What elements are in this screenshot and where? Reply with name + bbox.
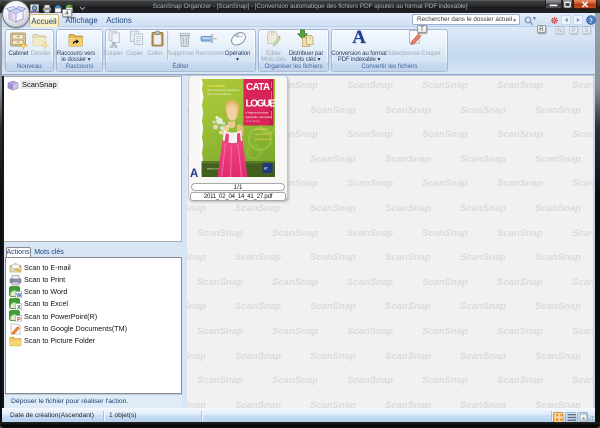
svg-text:apprendre, rencontrer: apprendre, rencontrer [246,115,272,119]
svg-text:pour agir: pour agir [255,127,269,131]
svg-text:pour vos formations: pour vos formations [208,92,232,96]
svg-text:se former &: se former & [255,132,273,136]
svg-text:progresser: progresser [255,137,272,141]
svg-text:s'impressionner: s'impressionner [246,111,270,115]
svg-text:CATA: CATA [246,82,270,93]
svg-text:des formations entreprises: des formations entreprises [208,88,240,92]
svg-text:Le meilleur: Le meilleur [208,84,227,88]
svg-text:et se former: et se former [246,119,260,123]
svg-text:?: ? [589,17,593,25]
svg-text:LOGUE: LOGUE [246,99,276,110]
